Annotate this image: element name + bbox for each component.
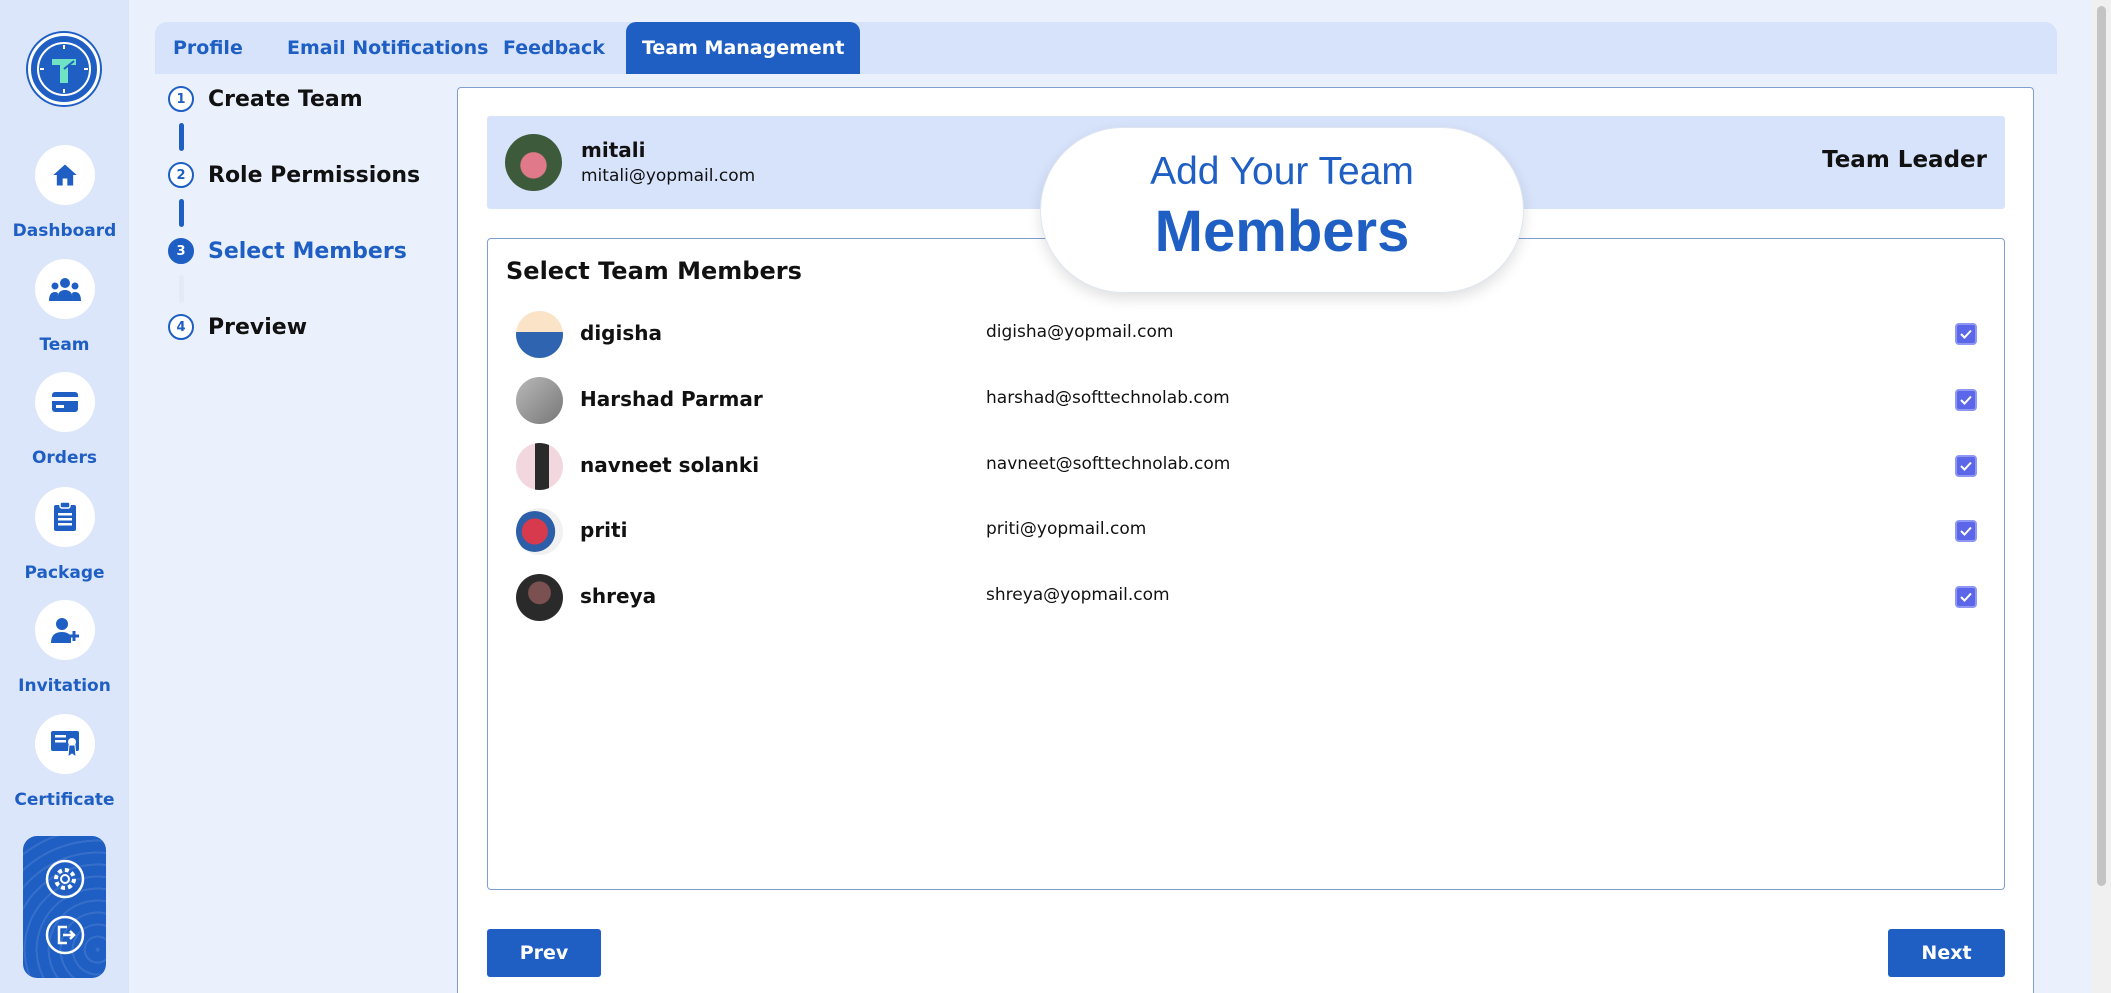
sidebar-item-invitation[interactable]: Invitation xyxy=(0,600,129,696)
sidebar-item-dashboard[interactable]: Dashboard xyxy=(0,145,129,241)
step-create-team[interactable]: 1 Create Team xyxy=(168,86,363,112)
nav-circle xyxy=(34,372,95,432)
member-row[interactable]: Harshad Parmar harshad@softtechnolab.com xyxy=(488,371,2004,431)
member-email: shreya@yopmail.com xyxy=(986,585,1170,605)
step-preview[interactable]: 4 Preview xyxy=(168,314,307,340)
step-label: Select Members xyxy=(208,238,407,264)
leader-role: Team Leader xyxy=(1822,147,1987,173)
check-icon xyxy=(1960,592,1972,602)
clock-logo-icon xyxy=(37,42,91,96)
member-name: digisha xyxy=(580,321,662,345)
settings-panel xyxy=(23,836,106,978)
leader-avatar xyxy=(505,134,562,191)
sidebar: Dashboard Team Orders Package Invitation xyxy=(0,0,129,993)
member-email: digisha@yopmail.com xyxy=(986,322,1174,342)
app-logo[interactable] xyxy=(28,33,100,105)
next-button[interactable]: Next xyxy=(1888,929,2005,977)
tab-bar: Profile Email Notifications Feedback Tea… xyxy=(155,22,2057,74)
step-label: Role Permissions xyxy=(208,162,421,188)
tab-profile[interactable]: Profile xyxy=(157,22,259,74)
nav-circle xyxy=(34,259,95,319)
sidebar-label: Team xyxy=(39,335,90,355)
nav-circle xyxy=(34,714,95,774)
step-select-members[interactable]: 3 Select Members xyxy=(168,238,407,264)
tab-team-management[interactable]: Team Management xyxy=(626,22,861,74)
members-title: Select Team Members xyxy=(506,257,802,285)
step-number: 1 xyxy=(168,86,194,112)
step-connector xyxy=(179,199,184,227)
member-avatar xyxy=(516,377,563,424)
team-icon xyxy=(48,278,81,301)
prev-button[interactable]: Prev xyxy=(487,929,601,977)
nav-circle xyxy=(34,600,95,660)
sidebar-item-certificate[interactable]: Certificate xyxy=(0,714,129,810)
member-name: Harshad Parmar xyxy=(580,387,763,411)
sidebar-label: Dashboard xyxy=(12,221,117,241)
check-icon xyxy=(1960,329,1972,339)
member-checkbox[interactable] xyxy=(1955,323,1977,345)
logout-button[interactable] xyxy=(44,914,86,956)
sidebar-item-orders[interactable]: Orders xyxy=(0,372,129,468)
check-icon xyxy=(1960,395,1972,405)
sidebar-label: Orders xyxy=(31,448,98,468)
home-icon xyxy=(52,164,77,186)
card-icon xyxy=(51,392,78,412)
step-connector xyxy=(179,123,184,151)
logout-icon xyxy=(45,915,84,955)
member-checkbox[interactable] xyxy=(1955,389,1977,411)
sidebar-label: Certificate xyxy=(14,790,115,810)
member-checkbox[interactable] xyxy=(1955,520,1977,542)
member-name: shreya xyxy=(580,584,657,608)
settings-button[interactable] xyxy=(44,858,86,900)
step-connector xyxy=(179,275,184,303)
member-avatar xyxy=(516,311,563,358)
leader-name: mitali xyxy=(581,138,646,162)
step-role-permissions[interactable]: 2 Role Permissions xyxy=(168,162,420,188)
sidebar-item-package[interactable]: Package xyxy=(0,487,129,583)
member-checkbox[interactable] xyxy=(1955,455,1977,477)
clipboard-icon xyxy=(53,502,76,531)
member-avatar xyxy=(516,574,563,621)
member-email: priti@yopmail.com xyxy=(986,519,1147,539)
callout-line-1: Add Your Team xyxy=(1150,150,1414,193)
tab-email-notifications[interactable]: Email Notifications xyxy=(271,22,504,74)
member-avatar xyxy=(516,508,563,555)
step-label: Create Team xyxy=(208,86,363,112)
member-email: harshad@softtechnolab.com xyxy=(986,388,1230,408)
add-members-callout: Add Your Team Members xyxy=(1040,127,1524,293)
sidebar-label: Invitation xyxy=(18,676,111,696)
add-user-icon xyxy=(50,618,79,643)
sidebar-label: Package xyxy=(24,563,105,583)
member-name: priti xyxy=(580,518,628,542)
member-avatar xyxy=(516,443,563,490)
member-row[interactable]: navneet solanki navneet@softtechnolab.co… xyxy=(488,437,2004,497)
nav-circle xyxy=(34,145,95,205)
member-row[interactable]: digisha digisha@yopmail.com xyxy=(488,305,2004,365)
leader-email: mitali@yopmail.com xyxy=(581,166,756,186)
step-number: 3 xyxy=(168,238,194,264)
gear-icon xyxy=(45,859,84,899)
member-email: navneet@softtechnolab.com xyxy=(986,454,1231,474)
check-icon xyxy=(1960,461,1972,471)
callout-line-2: Members xyxy=(1154,199,1410,264)
select-members-box: Select Team Members digisha digisha@yopm… xyxy=(487,238,2005,890)
member-checkbox[interactable] xyxy=(1955,586,1977,608)
certificate-icon xyxy=(50,731,79,758)
tab-feedback[interactable]: Feedback xyxy=(487,22,621,74)
step-number: 4 xyxy=(168,314,194,340)
member-row[interactable]: priti priti@yopmail.com xyxy=(488,502,2004,562)
check-icon xyxy=(1960,526,1972,536)
scrollbar-thumb[interactable] xyxy=(2097,6,2106,886)
sidebar-item-team[interactable]: Team xyxy=(0,259,129,355)
step-label: Preview xyxy=(208,314,308,340)
page-scrollbar[interactable] xyxy=(2092,0,2111,993)
member-name: navneet solanki xyxy=(580,453,760,477)
member-row[interactable]: shreya shreya@yopmail.com xyxy=(488,568,2004,628)
nav-circle xyxy=(34,487,95,547)
step-number: 2 xyxy=(168,162,194,188)
